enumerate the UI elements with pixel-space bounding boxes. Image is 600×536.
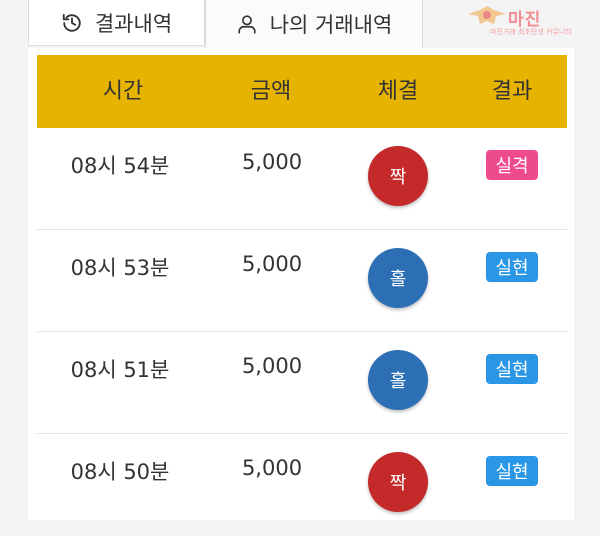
user-icon <box>236 13 258 35</box>
header-time: 시간 <box>102 79 144 104</box>
row-amount: 5,000 <box>241 456 303 480</box>
logo-subtext: 마진거래 최초탄생 커뮤니티 <box>490 28 572 36</box>
fill-ball: 짝 <box>368 452 428 512</box>
table-row[interactable]: 08시 53분 5,000 홀 실현 <box>37 230 567 332</box>
history-icon <box>61 12 83 34</box>
table-row[interactable]: 08시 51분 5,000 홀 실현 <box>37 332 567 434</box>
site-logo: 마진 마진거래 최초탄생 커뮤니티 <box>462 2 600 42</box>
tab-my-trades[interactable]: 나의 거래내역 <box>205 0 423 48</box>
row-amount: 5,000 <box>241 252 303 276</box>
result-badge: 실현 <box>486 354 538 384</box>
tab-results-label: 결과내역 <box>94 11 173 36</box>
fill-ball: 홀 <box>368 248 428 308</box>
fill-ball: 짝 <box>368 146 428 206</box>
logo-emblem-icon <box>468 6 506 24</box>
row-time: 08시 54분 <box>70 154 170 178</box>
table-row[interactable]: 08시 54분 5,000 짝 실격 <box>37 128 567 230</box>
row-amount: 5,000 <box>241 150 303 174</box>
result-badge: 실현 <box>486 252 538 282</box>
table-row[interactable]: 08시 50분 5,000 짝 실현 <box>37 434 567 536</box>
row-amount: 5,000 <box>241 354 303 378</box>
row-time: 08시 50분 <box>70 460 170 484</box>
trade-history-table: 시간 금액 체결 결과 08시 54분 5,000 짝 실격 08시 53분 5… <box>28 48 574 520</box>
result-badge: 실현 <box>486 456 538 486</box>
table-header: 시간 금액 체결 결과 <box>37 55 567 128</box>
header-result: 결과 <box>491 79 533 104</box>
fill-ball: 홀 <box>368 350 428 410</box>
header-amount: 금액 <box>250 79 292 104</box>
result-badge: 실격 <box>486 150 538 180</box>
header-fill: 체결 <box>377 79 419 104</box>
tab-my-trades-label: 나의 거래내역 <box>269 13 393 37</box>
row-time: 08시 51분 <box>70 358 170 382</box>
row-time: 08시 53분 <box>70 256 170 280</box>
tab-results[interactable]: 결과내역 <box>28 0 205 46</box>
